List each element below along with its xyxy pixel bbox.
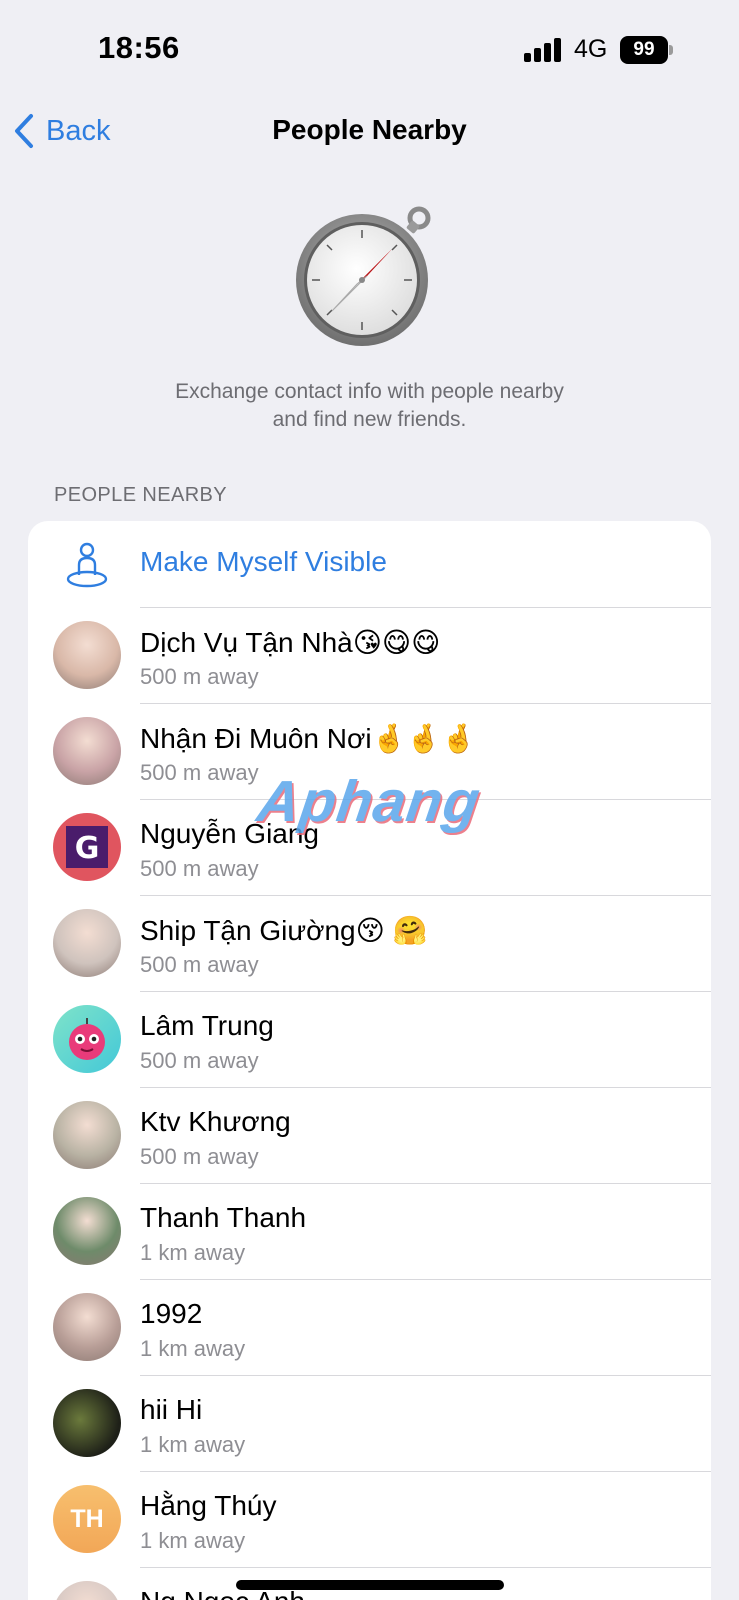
make-myself-visible-label: Make Myself Visible [140, 546, 387, 577]
network-type: 4G [574, 35, 608, 63]
page-title: People Nearby [272, 114, 467, 145]
person-name: Nguyễn Giang [140, 818, 320, 849]
compass-icon [296, 206, 431, 346]
person-distance: 1 km away [140, 1432, 246, 1457]
person-distance: 500 m away [140, 1144, 259, 1169]
people-list: Make Myself Visible Dịch Vụ Tận Nhà😘😋😋 50… [28, 521, 711, 1600]
svg-text:G: G [75, 831, 100, 866]
row-divider [140, 1567, 711, 1568]
avatar: G [53, 813, 121, 881]
navigation-bar: Back People Nearby [0, 100, 739, 162]
avatar: TH [53, 1485, 121, 1553]
home-indicator[interactable] [236, 1580, 504, 1590]
row-divider [140, 799, 711, 800]
row-divider [140, 1183, 711, 1184]
battery-level: 99 [620, 36, 668, 64]
person-name: Ship Tận Giường😚 🤗 [140, 915, 428, 946]
avatar [53, 1581, 121, 1600]
avatar-initials: TH [70, 1504, 104, 1533]
intro-line-2: and find new friends. [272, 408, 467, 431]
row-divider [140, 1279, 711, 1280]
person-distance: 500 m away [140, 952, 259, 977]
person-distance: 1 km away [140, 1336, 246, 1361]
people-nearby-screen: 18:56 4G 99 Back People Nearby Exchange … [0, 0, 739, 1600]
person-row[interactable]: TH Hằng Thúy 1 km away [28, 1471, 711, 1567]
person-name: Hằng Thúy [140, 1490, 277, 1521]
person-row[interactable]: Nhận Đi Muôn Nơi🤞🤞🤞 500 m away [28, 703, 711, 799]
status-time: 18:56 [98, 30, 180, 65]
battery-icon: 99 [620, 36, 673, 64]
row-divider [140, 703, 711, 704]
person-row[interactable]: 1992 1 km away [28, 1279, 711, 1375]
avatar [53, 909, 121, 977]
row-divider [140, 607, 711, 608]
person-row[interactable]: Dịch Vụ Tận Nhà😘😋😋 500 m away [28, 607, 711, 703]
make-myself-visible-button[interactable]: Make Myself Visible [28, 521, 711, 607]
row-divider [140, 1087, 711, 1088]
person-distance: 500 m away [140, 856, 259, 881]
section-header-people-nearby: PEOPLE NEARBY [54, 484, 228, 506]
avatar [53, 717, 121, 785]
person-distance: 500 m away [140, 1048, 259, 1073]
person-distance: 1 km away [140, 1528, 246, 1553]
person-name: Ktv Khương [140, 1106, 291, 1137]
avatar [53, 1293, 121, 1361]
avatar [53, 1005, 121, 1073]
person-row[interactable]: Thanh Thanh 1 km away [28, 1183, 711, 1279]
person-distance: 1 km away [140, 1240, 246, 1265]
person-distance: 500 m away [140, 664, 259, 689]
row-divider [140, 1375, 711, 1376]
avatar [53, 621, 121, 689]
person-name: hii Hi [140, 1394, 203, 1425]
row-divider [140, 895, 711, 896]
location-person-icon [66, 542, 108, 588]
person-distance: 500 m away [140, 760, 259, 785]
avatar [53, 1101, 121, 1169]
person-name: Thanh Thanh [140, 1202, 307, 1233]
person-row[interactable]: Ship Tận Giường😚 🤗 500 m away [28, 895, 711, 991]
signal-strength-icon [524, 38, 564, 62]
status-bar: 18:56 4G 99 [0, 0, 739, 100]
person-name: Dịch Vụ Tận Nhà😘😋😋 [140, 627, 441, 658]
intro-line-1: Exchange contact info with people nearby [175, 380, 564, 403]
avatar [53, 1197, 121, 1265]
avatar [53, 1389, 121, 1457]
intro-text: Exchange contact info with people nearby… [60, 378, 679, 434]
person-name: Nhận Đi Muôn Nơi🤞🤞🤞 [140, 723, 477, 754]
person-row[interactable]: G Nguyễn Giang 500 m away [28, 799, 711, 895]
row-divider [140, 991, 711, 992]
person-row[interactable]: hii Hi 1 km away [28, 1375, 711, 1471]
person-name: Lâm Trung [140, 1010, 274, 1041]
person-row[interactable]: Lâm Trung 500 m away [28, 991, 711, 1087]
row-divider [140, 1471, 711, 1472]
person-row[interactable]: Ktv Khương 500 m away [28, 1087, 711, 1183]
person-name: 1992 [140, 1298, 203, 1329]
